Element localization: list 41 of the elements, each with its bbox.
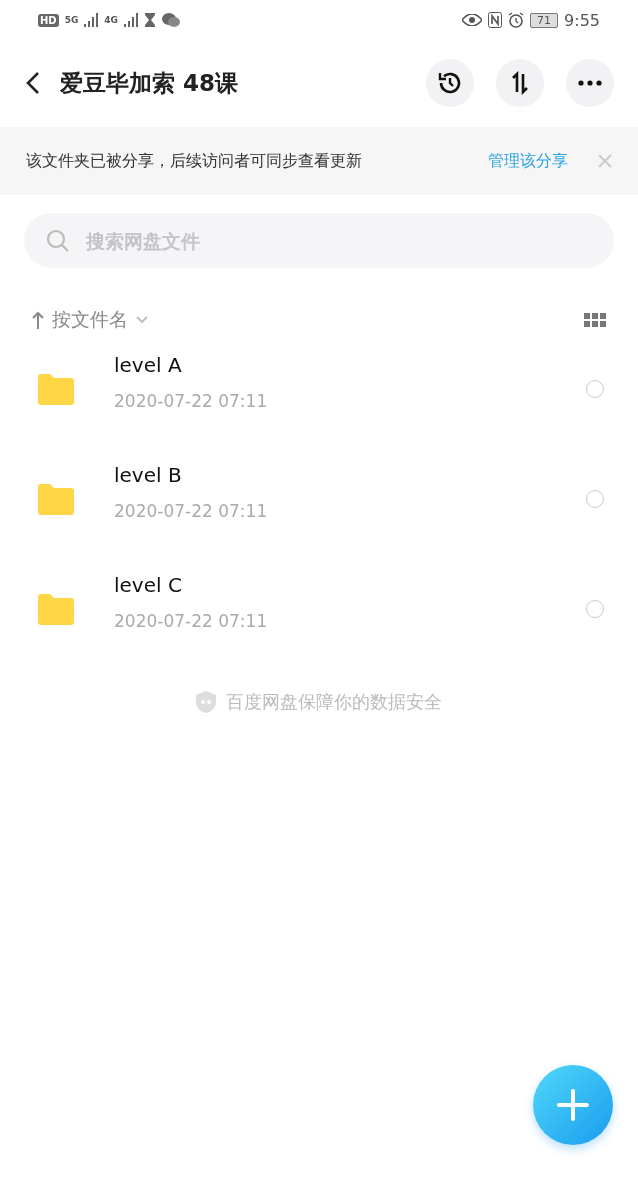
file-name: level C [114, 573, 183, 597]
network-label: 5G [64, 15, 79, 25]
battery-indicator: 71 [530, 12, 559, 28]
file-row[interactable]: level A 2020-07-22 07:11 [0, 334, 638, 444]
more-button[interactable] [566, 59, 614, 107]
alarm-icon [508, 12, 525, 28]
search-icon [46, 228, 70, 253]
history-button[interactable] [426, 59, 474, 107]
chat-icon [162, 13, 180, 27]
grid-view-icon[interactable] [584, 313, 606, 327]
file-row[interactable]: level C 2020-07-22 07:11 [0, 554, 638, 664]
hourglass-icon [144, 13, 156, 27]
folder-icon [38, 593, 74, 625]
back-icon[interactable] [26, 71, 40, 95]
more-icon [578, 80, 602, 86]
shield-icon [196, 691, 216, 713]
sort-button[interactable]: 按文件名 [32, 307, 148, 333]
network-label: 4G [104, 15, 118, 25]
file-name: level A [114, 353, 183, 377]
clock-time: 9:55 [564, 10, 600, 30]
chevron-down-icon [136, 316, 148, 324]
folder-icon [38, 373, 74, 405]
signal-icon [124, 13, 138, 27]
history-icon [437, 70, 463, 96]
hd-indicator: HD [38, 13, 59, 27]
up-arrow-icon [32, 311, 44, 329]
security-note: 百度网盘保障你的数据安全 [226, 690, 442, 714]
file-date: 2020-07-22 07:11 [114, 501, 269, 521]
file-name: level B [114, 463, 183, 487]
nfc-icon [488, 12, 503, 28]
signal-icon [84, 13, 99, 27]
add-button[interactable] [533, 1065, 613, 1145]
share-notice: 该文件夹已被分享，后续访问者可同步查看更新 [26, 150, 363, 172]
folder-icon [38, 483, 74, 515]
folder-title: 爱豆毕加索 48课 [60, 68, 239, 98]
file-date: 2020-07-22 07:11 [114, 391, 269, 411]
file-date: 2020-07-22 07:11 [114, 611, 269, 631]
file-row[interactable]: level B 2020-07-22 07:11 [0, 444, 638, 554]
eye-icon [462, 14, 483, 26]
transfer-button[interactable] [496, 59, 544, 107]
plus-icon [557, 1089, 589, 1121]
